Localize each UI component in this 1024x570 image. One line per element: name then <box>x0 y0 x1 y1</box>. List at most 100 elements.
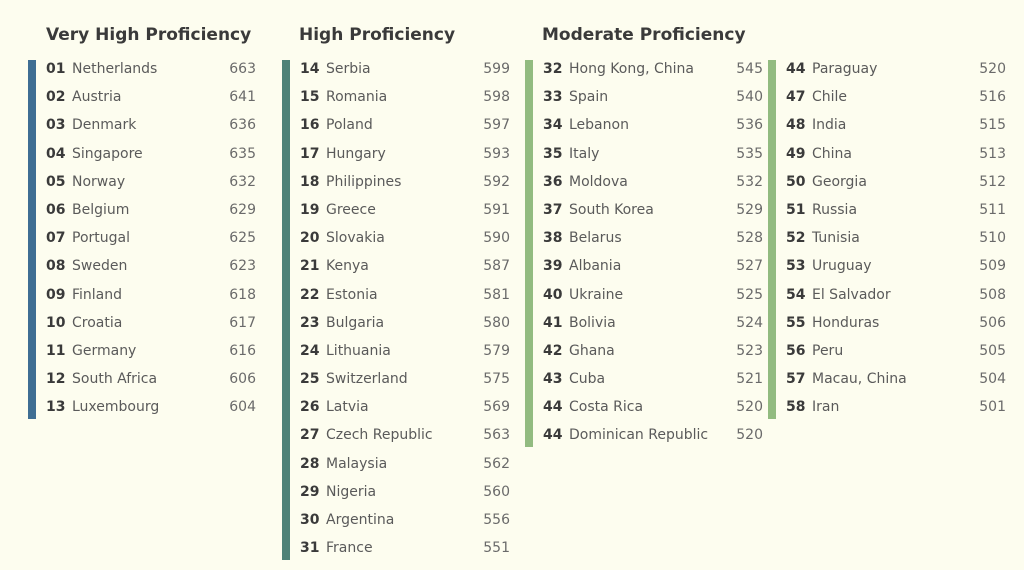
score-value: 636 <box>229 117 256 134</box>
rows: 44 Paraguay 520 47 Chile 516 48 India 515 49 China… <box>786 60 1006 426</box>
score-value: 540 <box>736 89 763 106</box>
score-value: 616 <box>229 342 256 359</box>
country-label: Spain <box>569 89 609 106</box>
table-row: 24 Lithuania 579 <box>300 342 510 370</box>
rank-label: 20 <box>300 230 320 247</box>
score-value: 617 <box>229 314 256 331</box>
country-label: Slovakia <box>326 230 385 247</box>
score-value: 551 <box>483 540 510 557</box>
score-value: 569 <box>483 399 510 416</box>
rank-label: 04 <box>46 145 66 162</box>
score-value: 581 <box>483 286 510 303</box>
score-value: 505 <box>979 342 1006 359</box>
country-label: Belgium <box>72 201 130 218</box>
country-label: Ukraine <box>569 286 624 303</box>
rank-label: 02 <box>46 89 66 106</box>
country-label: Estonia <box>326 286 378 303</box>
table-row: 40 Ukraine 525 <box>543 286 763 314</box>
score-value: 632 <box>229 173 256 190</box>
country-label: Austria <box>72 89 122 106</box>
score-value: 524 <box>736 314 763 331</box>
country-label: Romania <box>326 89 388 106</box>
score-value: 556 <box>483 512 510 528</box>
table-row: 51 Russia 511 <box>786 201 1006 229</box>
rank-label: 23 <box>300 314 320 331</box>
country-label: Philippines <box>326 173 402 190</box>
table-row: 17 Hungary 593 <box>300 145 510 173</box>
table-row: 12 South Africa 606 <box>46 370 256 398</box>
country-label: Greece <box>326 201 376 218</box>
table-row: 50 Georgia 512 <box>786 173 1006 201</box>
score-value: 593 <box>483 145 510 162</box>
rank-label: 32 <box>543 61 563 77</box>
group-color-bar <box>768 60 776 419</box>
rank-label: 54 <box>786 286 806 303</box>
table-row: 53 Uruguay 509 <box>786 257 1006 285</box>
country-label: Macau, China <box>812 371 907 388</box>
rank-label: 43 <box>543 371 563 388</box>
country-label: Costa Rica <box>569 399 644 416</box>
rank-label: 44 <box>543 427 563 444</box>
rank-label: 52 <box>786 230 806 247</box>
country-label: South Africa <box>72 371 158 388</box>
score-value: 598 <box>483 89 510 106</box>
country-label: Lithuania <box>326 342 391 359</box>
group-title-moderate: Moderate Proficiency <box>542 22 746 60</box>
rank-label: 56 <box>786 342 806 359</box>
rank-label: 39 <box>543 258 563 275</box>
table-row: 36 Moldova 532 <box>543 173 763 201</box>
table-row: 54 El Salvador 508 <box>786 286 1006 314</box>
country-label: Uruguay <box>812 258 872 275</box>
country-label: Iran <box>812 399 840 416</box>
rank-label: 15 <box>300 89 320 106</box>
country-label: Russia <box>812 201 858 218</box>
table-row: 15 Romania 598 <box>300 88 510 116</box>
score-value: 501 <box>979 399 1006 416</box>
table-row: 44 Costa Rica 520 <box>543 398 763 426</box>
country-label: Switzerland <box>326 371 408 388</box>
country-label: Croatia <box>72 314 123 331</box>
score-value: 520 <box>736 427 763 444</box>
score-value: 506 <box>979 314 1006 331</box>
country-label: Italy <box>569 145 600 162</box>
country-label: Moldova <box>569 173 628 190</box>
table-row: 48 India 515 <box>786 116 1006 144</box>
country-label: Portugal <box>72 230 130 247</box>
score-value: 560 <box>483 483 510 500</box>
score-value: 629 <box>229 201 256 218</box>
country-label: Lebanon <box>569 117 629 134</box>
table-row: 33 Spain 540 <box>543 88 763 116</box>
score-value: 512 <box>979 173 1006 190</box>
country-label: Bolivia <box>569 314 616 331</box>
table-row: 22 Estonia 581 <box>300 286 510 314</box>
rows: 14 Serbia 599 15 Romania 598 16 Poland 597 17 Hung… <box>300 60 510 567</box>
rank-label: 07 <box>46 230 66 247</box>
group-color-bar <box>28 60 36 419</box>
score-value: 618 <box>229 286 256 303</box>
rank-label: 21 <box>300 258 320 275</box>
rank-label: 58 <box>786 399 806 416</box>
group-title-very-high: Very High Proficiency <box>46 22 251 60</box>
score-value: 510 <box>979 230 1006 247</box>
rank-label: 25 <box>300 371 320 388</box>
table-row: 09 Finland 618 <box>46 286 256 314</box>
country-label: Malaysia <box>326 455 388 472</box>
rank-label: 47 <box>786 89 806 106</box>
table-row: 37 South Korea 529 <box>543 201 763 229</box>
country-label: Bulgaria <box>326 314 385 331</box>
table-row: 27 Czech Republic 563 <box>300 426 510 454</box>
rank-label: 09 <box>46 286 66 303</box>
score-value: 504 <box>979 371 1006 388</box>
country-label: Argentina <box>326 512 395 528</box>
table-row: 39 Albania 527 <box>543 257 763 285</box>
table-row: 16 Poland 597 <box>300 116 510 144</box>
rank-label: 49 <box>786 145 806 162</box>
score-value: 635 <box>229 145 256 162</box>
country-label: Georgia <box>812 173 867 190</box>
score-value: 597 <box>483 117 510 134</box>
table-row: 31 France 551 <box>300 539 510 567</box>
score-value: 625 <box>229 230 256 247</box>
score-value: 528 <box>736 230 763 247</box>
score-value: 599 <box>483 61 510 77</box>
rank-label: 53 <box>786 258 806 275</box>
